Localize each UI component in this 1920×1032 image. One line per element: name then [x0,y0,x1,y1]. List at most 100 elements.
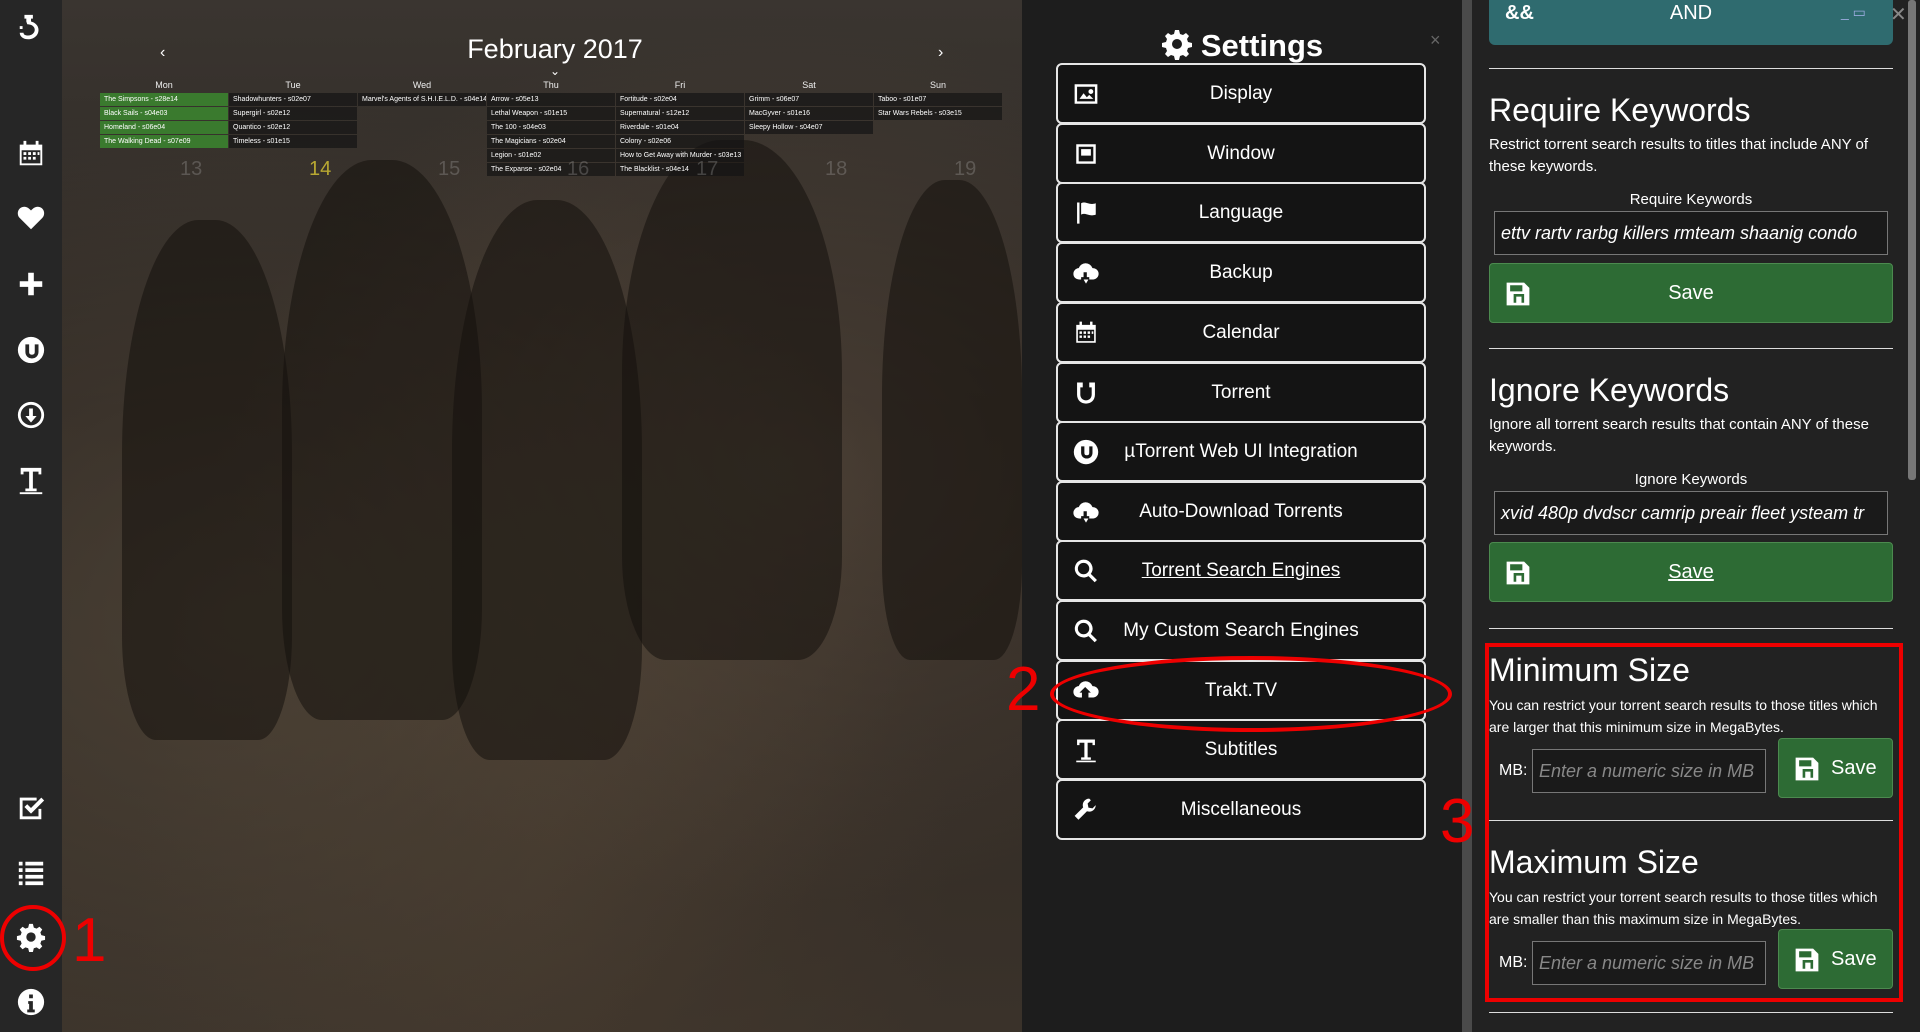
settings-button-label: My Custom Search Engines [1123,619,1359,641]
app-logo-icon[interactable] [11,8,51,48]
settings-backup-button[interactable]: Backup [1056,242,1426,303]
window-close-icon[interactable]: ✕ [1890,2,1907,27]
search-icon [1072,558,1100,584]
gear-icon [1161,28,1193,60]
and-operator-bar[interactable]: && AND _ ▭ [1489,0,1893,45]
calendar-episode[interactable]: Arrow - s05e13 [487,93,615,106]
image-icon [1072,81,1100,107]
calendar-episode[interactable]: Homeland - s06e04 [100,121,228,134]
calendar-episode[interactable]: Fortitude - s02e04 [616,93,744,106]
settings-auto-download-torrents-button[interactable]: Auto-Download Torrents [1056,481,1426,542]
calendar-episode[interactable]: The Blacklist - s04e14 [616,163,744,176]
calendar-episode[interactable]: Riverdale - s01e04 [616,121,744,134]
calendar-episode[interactable]: Taboo - s01e07 [874,93,1002,106]
calendar-day-column: Grimm - s06e07 MacGyver - s01e16 Sleepy Ho… [745,93,873,135]
settings-close-button[interactable]: × [1430,30,1441,51]
watchlist-icon[interactable] [11,787,51,827]
calendar-episode[interactable]: Supernatural - s12e12 [616,107,744,120]
settings-button-label: Subtitles [1204,738,1278,760]
settings-scrollbar-thumb[interactable] [1462,0,1472,1032]
calendar-day-column: Shadowhunters - s02e07 Supergirl - s02e12… [229,93,357,149]
calendar-episode[interactable]: Sleepy Hollow - s04e07 [745,121,873,134]
settings-torrent-search-engines-button[interactable]: Torrent Search Engines [1056,540,1426,601]
app-window: ‹ February 2017 ⌄ › Mon The Simpsons - s2… [0,0,1920,1032]
calendar-icon [1072,320,1100,346]
calendar-title: February 2017 [467,34,643,64]
calendar-episode[interactable]: The Simpsons - s28e14 [100,93,228,106]
require-keywords-title: Require Keywords [1489,92,1751,128]
calendar-day-header: Tue [285,80,301,90]
wrench-icon [1072,797,1100,823]
add-icon[interactable] [11,264,51,304]
ignore-keywords-save-button[interactable]: Save [1489,542,1893,602]
settings-calendar-button[interactable]: Calendar [1056,302,1426,363]
calendar-prev-button[interactable]: ‹ [160,44,165,62]
settings-button-label: Torrent [1211,381,1271,403]
calendar-episode[interactable]: Black Sails - s04e03 [100,107,228,120]
calendar-episode[interactable]: The 100 - s04e03 [487,121,615,134]
calendar-episode[interactable]: Timeless - s01e15 [229,135,357,148]
require-keywords-description: Restrict torrent search results to title… [1489,136,1869,175]
calendar-day-number: 15 [438,158,461,180]
settings-display-button[interactable]: Display [1056,63,1426,124]
settings-button-label: Torrent Search Engines [1141,559,1341,581]
info-icon[interactable] [11,982,51,1022]
subtitles-icon[interactable] [11,460,51,500]
require-keywords-input[interactable]: ettv rartv rarbg killers rmteam shaanig … [1494,211,1888,255]
annotation-ellipse-torrent-search-engines [1050,656,1452,732]
calendar-episode[interactable]: Legion - s01e02 [487,149,615,162]
require-keywords-save-button[interactable]: Save [1489,263,1893,323]
cloud-download-icon [1072,499,1100,525]
calendar-episode[interactable]: Shadowhunters - s02e07 [229,93,357,106]
divider [1489,1012,1893,1013]
utorrent-icon[interactable] [11,330,51,370]
require-keywords-label: Require Keywords [1629,191,1753,208]
settings-miscellaneous-button[interactable]: Miscellaneous [1056,779,1426,840]
save-icon [1504,559,1532,587]
ignore-keywords-input[interactable]: xvid 480p dvdscr camrip preair fleet yst… [1494,491,1888,535]
calendar-episode[interactable]: The Walking Dead - s07e09 [100,135,228,148]
settings-button-label: Language [1198,201,1284,223]
calendar-day-number: 16 [567,158,590,180]
flag-icon [1072,200,1100,226]
list-icon[interactable] [11,852,51,892]
favorites-icon[interactable] [11,198,51,238]
calendar-episode[interactable]: Lethal Weapon - s01e15 [487,107,615,120]
divider [1489,628,1893,629]
annotation-circle-settings [0,905,66,971]
settings-button-label: Backup [1209,261,1273,283]
calendar-episode[interactable]: Supergirl - s02e12 [229,107,357,120]
calendar-day-number: 13 [180,158,203,180]
calendar-episode[interactable]: How to Get Away with Murder - s03e13 [616,149,744,162]
text-icon [1072,737,1100,763]
settings-torrent-button[interactable]: Torrent [1056,362,1426,423]
calendar-next-button[interactable]: › [938,44,943,62]
calendar-episode[interactable]: The Magicians - s02e04 [487,135,615,148]
calendar-episode[interactable]: The Expanse - s02e04 [487,163,615,176]
calendar-day-header: Sun [929,80,946,90]
calendar-expand-icon[interactable]: ⌄ [550,64,560,78]
calendar-episode[interactable]: Quantico - s02e12 [229,121,357,134]
magnet-icon [1072,380,1100,406]
calendar-episode[interactable]: Marvel's Agents of S.H.I.E.L.D. - s04e14 [358,93,486,106]
calendar-episode[interactable]: Grimm - s06e07 [745,93,873,106]
settings-window-button[interactable]: Window [1056,123,1426,184]
calendar-icon[interactable] [11,134,51,174]
settings-language-button[interactable]: Language [1056,182,1426,243]
settings-my-custom-search-engines-button[interactable]: My Custom Search Engines [1056,600,1426,661]
settings-torrent-web-ui-integration-button[interactable]: µTorrent Web UI Integration [1056,421,1426,482]
filters-scrollbar-thumb[interactable] [1908,0,1916,480]
annotation-number-2: 2 [1006,655,1041,724]
calendar-episode[interactable]: Colony - s02e06 [616,135,744,148]
divider [1489,348,1893,349]
calendar-episode[interactable]: Star Wars Rebels - s03e15 [874,107,1002,120]
annotation-box-size-filters [1485,643,1903,1002]
annotation-number-3: 3 [1440,787,1475,856]
utorrent-icon [1072,439,1100,465]
calendar-day-number: 17 [696,158,719,180]
calendar-day-column: Taboo - s01e07 Star Wars Rebels - s03e15 [874,93,1002,121]
calendar-episode[interactable]: MacGyver - s01e16 [745,107,873,120]
calendar-day-header: Sat [802,80,816,90]
download-icon[interactable] [11,395,51,435]
window-controls-icon[interactable]: _ ▭ [1841,4,1866,21]
